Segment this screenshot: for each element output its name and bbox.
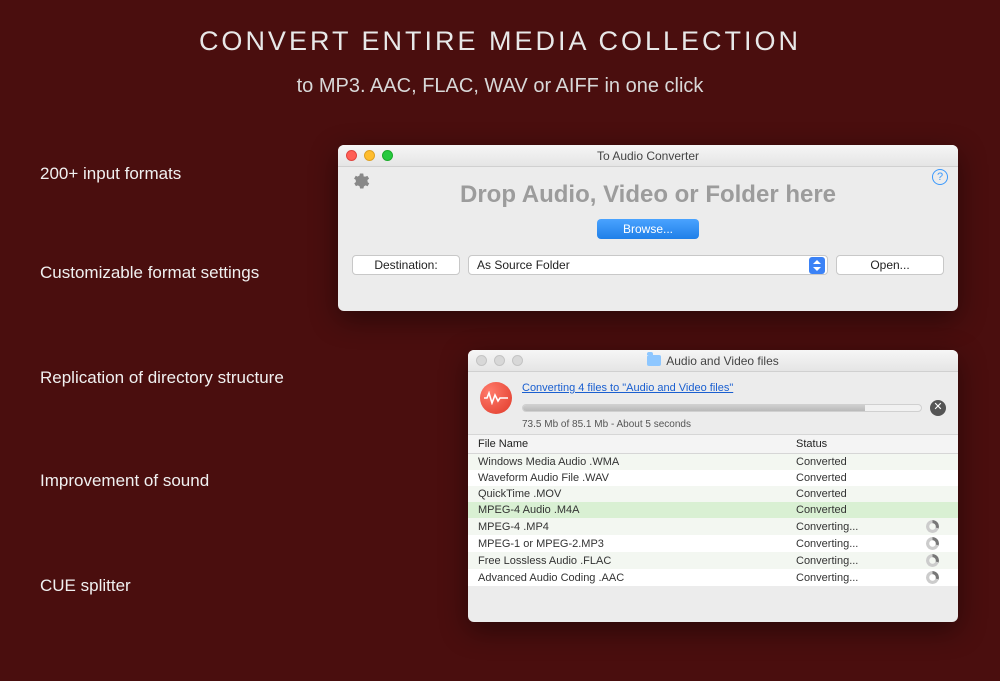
destination-select[interactable]: As Source Folder — [468, 255, 828, 275]
progress-text: 73.5 Mb of 85.1 Mb - About 5 seconds — [522, 419, 946, 430]
browse-button[interactable]: Browse... — [597, 219, 699, 239]
drop-zone-label: Drop Audio, Video or Folder here — [352, 181, 944, 209]
cell-filename: MPEG-1 or MPEG-2.MP3 — [478, 538, 796, 550]
chevron-updown-icon — [809, 257, 825, 274]
table-row[interactable]: MPEG-4 .MP4Converting... — [468, 518, 958, 535]
progress-window: Audio and Video files Converting 4 files… — [468, 350, 958, 622]
page-headline: CONVERT ENTIRE MEDIA COLLECTION — [0, 26, 1000, 57]
table-row[interactable]: MPEG-1 or MPEG-2.MP3Converting... — [468, 535, 958, 552]
table-row[interactable]: Advanced Audio Coding .AACConverting... — [468, 569, 958, 586]
spinner-icon — [926, 571, 939, 584]
table-row[interactable]: QuickTime .MOVConverted — [468, 486, 958, 502]
destination-button[interactable]: Destination: — [352, 255, 460, 275]
table-row[interactable]: Waveform Audio File .WAVConverted — [468, 470, 958, 486]
titlebar: To Audio Converter — [338, 145, 958, 167]
cell-status: Converting... — [796, 572, 926, 584]
cell-status: Converting... — [796, 538, 926, 550]
cell-filename: Windows Media Audio .WMA — [478, 456, 796, 468]
table-header: File Name Status — [468, 435, 958, 454]
cell-status: Converted — [796, 488, 926, 500]
cell-filename: Waveform Audio File .WAV — [478, 472, 796, 484]
cell-spinner — [926, 537, 948, 550]
cell-filename: MPEG-4 Audio .M4A — [478, 504, 796, 516]
open-button[interactable]: Open... — [836, 255, 944, 275]
page-subheadline: to MP3. AAC, FLAC, WAV or AIFF in one cl… — [0, 75, 1000, 98]
table-row[interactable]: Free Lossless Audio .FLACConverting... — [468, 552, 958, 569]
window-title: Audio and Video files — [468, 354, 958, 368]
table-row[interactable]: Windows Media Audio .WMAConverted — [468, 454, 958, 470]
spinner-icon — [926, 554, 939, 567]
cell-status: Converted — [796, 472, 926, 484]
cell-status: Converting... — [796, 555, 926, 567]
cell-filename: Advanced Audio Coding .AAC — [478, 572, 796, 584]
table-body: Windows Media Audio .WMAConvertedWavefor… — [468, 454, 958, 586]
cell-status: Converting... — [796, 521, 926, 533]
feature-item: Replication of directory structure — [40, 368, 284, 388]
gear-icon[interactable] — [350, 171, 370, 191]
window-title-text: Audio and Video files — [666, 354, 779, 368]
progress-bar — [522, 404, 922, 412]
cell-status: Converted — [796, 456, 926, 468]
cell-spinner — [926, 571, 948, 584]
feature-item: 200+ input formats — [40, 164, 284, 184]
spinner-icon — [926, 520, 939, 533]
destination-value: As Source Folder — [477, 258, 570, 272]
table-row[interactable]: MPEG-4 Audio .M4AConverted — [468, 502, 958, 518]
feature-item: Customizable format settings — [40, 263, 284, 283]
cell-filename: QuickTime .MOV — [478, 488, 796, 500]
feature-item: CUE splitter — [40, 576, 284, 596]
cancel-button[interactable]: ✕ — [930, 400, 946, 416]
feature-list: 200+ input formats Customizable format s… — [40, 156, 284, 681]
converting-link[interactable]: Converting 4 files to "Audio and Video f… — [522, 382, 733, 394]
cell-status: Converted — [796, 504, 926, 516]
cell-filename: Free Lossless Audio .FLAC — [478, 555, 796, 567]
column-status[interactable]: Status — [796, 438, 926, 450]
spinner-icon — [926, 537, 939, 550]
help-icon[interactable]: ? — [932, 169, 948, 185]
cell-spinner — [926, 520, 948, 533]
progress-fill — [523, 405, 865, 411]
window-title: To Audio Converter — [338, 149, 958, 163]
column-filename[interactable]: File Name — [478, 438, 796, 450]
cell-spinner — [926, 554, 948, 567]
titlebar: Audio and Video files — [468, 350, 958, 372]
converter-window: To Audio Converter ? Drop Audio, Video o… — [338, 145, 958, 311]
feature-item: Improvement of sound — [40, 471, 284, 491]
app-icon — [480, 382, 512, 414]
folder-icon — [647, 355, 661, 366]
cell-filename: MPEG-4 .MP4 — [478, 521, 796, 533]
